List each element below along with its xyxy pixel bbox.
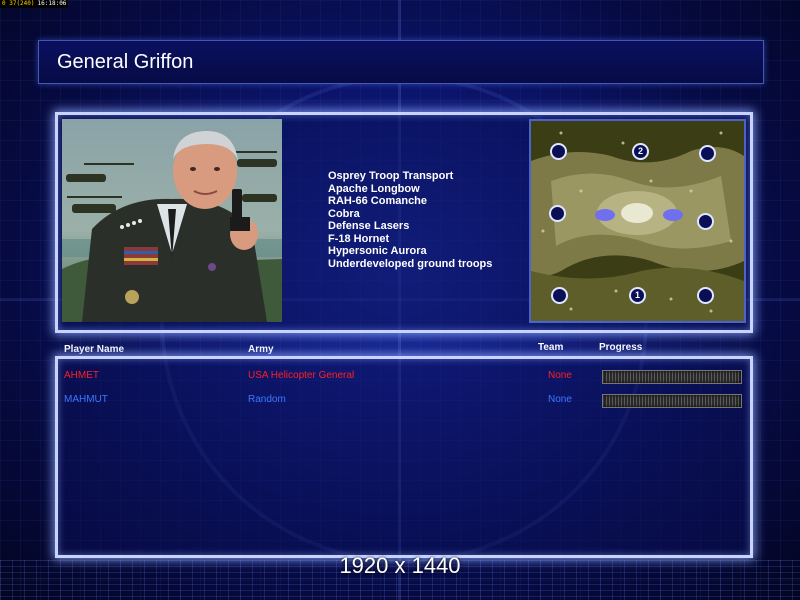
player-progress-bar [602, 370, 742, 384]
start-marker: 2 [632, 143, 649, 160]
general-unit-list: Osprey Troop Transport Apache Longbow RA… [328, 170, 492, 270]
player-name: AHMET [64, 370, 99, 381]
col-header-progress: Progress [599, 342, 643, 353]
table-row: AHMET USA Helicopter General None [58, 367, 750, 384]
player-progress-bar [602, 394, 742, 408]
player-name: MAHMUT [64, 394, 108, 405]
start-marker [549, 205, 566, 222]
loading-screen: 0 37(240) 16:18:06 General Griffon Ospre… [0, 0, 800, 600]
general-info-panel: Osprey Troop Transport Apache Longbow RA… [55, 112, 753, 333]
col-header-player-name: Player Name [64, 344, 125, 355]
start-marker [697, 287, 714, 304]
unit-item: Hypersonic Aurora [328, 245, 427, 257]
debug-status-strip: 0 37(240) 16:18:06 [0, 0, 69, 8]
player-army: USA Helicopter General [248, 370, 355, 381]
map-preview: 2 1 [529, 119, 746, 323]
col-header-army: Army [248, 344, 274, 355]
resolution-label: 1920 x 1440 [339, 553, 461, 578]
unit-item: Osprey Troop Transport [328, 170, 454, 182]
player-team: None [548, 394, 572, 405]
unit-item: Defense Lasers [328, 220, 410, 232]
general-portrait [62, 119, 282, 322]
players-panel: AHMET USA Helicopter General None MAHMUT… [55, 356, 753, 558]
general-portrait-image [62, 119, 282, 322]
unit-item: RAH-66 Comanche [328, 195, 428, 207]
player-team: None [548, 370, 572, 381]
col-header-team: Team [538, 342, 564, 353]
fps-readout: 0 37(240) [2, 0, 35, 7]
unit-item: F-18 Hornet [328, 232, 390, 245]
table-row: MAHMUT Random None [58, 391, 750, 408]
clock-readout: 16:18:06 [37, 0, 67, 7]
start-marker [699, 145, 716, 162]
start-marker [550, 143, 567, 160]
unit-item: Apache Longbow [328, 182, 420, 195]
start-marker: 1 [629, 287, 646, 304]
unit-item: Underdeveloped ground troops [328, 257, 493, 270]
title-bar: General Griffon [38, 40, 764, 84]
start-marker [551, 287, 568, 304]
unit-item: Cobra [328, 207, 360, 220]
start-marker [697, 213, 714, 230]
general-name-title: General Griffon [57, 51, 194, 73]
player-army: Random [248, 394, 286, 405]
